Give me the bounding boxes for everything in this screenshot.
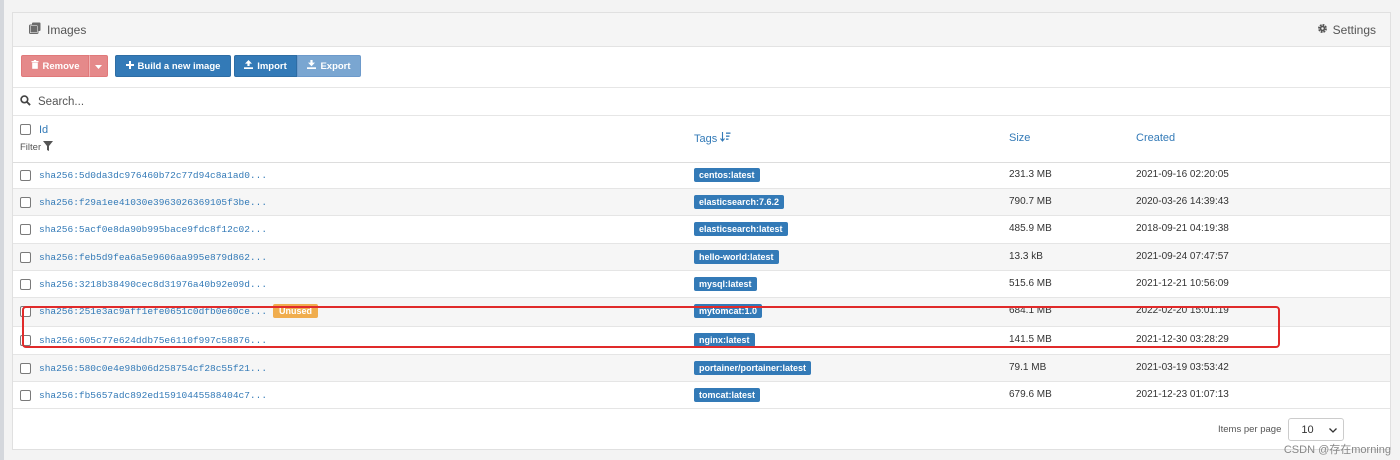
trash-icon	[31, 60, 39, 72]
build-image-label: Build a new image	[137, 60, 221, 72]
remove-button[interactable]: Remove	[21, 55, 89, 77]
image-tag: centos:latest	[694, 168, 760, 182]
image-id-link[interactable]: sha256:feb5d9fea6a5e9606aa995e879d862...	[39, 252, 267, 263]
image-created: 2018-09-21 04:19:38	[1136, 223, 1229, 234]
row-checkbox[interactable]	[20, 363, 31, 374]
column-tags-header[interactable]: Tags	[694, 132, 731, 146]
export-label: Export	[320, 60, 351, 72]
image-size: 679.6 MB	[1009, 389, 1052, 400]
image-created: 2021-09-24 07:47:57	[1136, 251, 1229, 262]
table-row[interactable]: sha256:251e3ac9aff1efe0651c0dfb0e60ce...…	[13, 298, 1390, 327]
window-left-edge	[0, 0, 4, 460]
image-id-link[interactable]: sha256:5d0da3dc976460b72c77d94c8a1ad0...	[39, 170, 267, 181]
settings-button[interactable]: Settings	[1317, 23, 1376, 37]
image-tag: tomcat:latest	[694, 388, 761, 402]
build-image-button[interactable]: Build a new image	[115, 55, 231, 77]
image-tag: mysql:latest	[694, 277, 757, 291]
gear-icon	[1317, 23, 1328, 37]
panel-header: Images Settings	[13, 13, 1390, 47]
column-size-header[interactable]: Size	[1009, 132, 1030, 144]
row-checkbox[interactable]	[20, 279, 31, 290]
image-created: 2021-12-30 03:28:29	[1136, 334, 1229, 345]
image-tag: hello-world:latest	[694, 250, 779, 264]
image-id-link[interactable]: sha256:fb5657adc892ed15910445588404c7...	[39, 390, 267, 401]
caret-down-icon	[95, 61, 102, 72]
image-size: 231.3 MB	[1009, 169, 1052, 180]
image-size: 79.1 MB	[1009, 362, 1047, 373]
settings-label: Settings	[1332, 22, 1376, 37]
items-per-page-label: Items per page	[1218, 424, 1282, 435]
image-id-link[interactable]: sha256:605c77e624ddb75e6110f997c58876...	[39, 335, 267, 346]
items-per-page-value: 10	[1301, 423, 1314, 436]
image-size: 790.7 MB	[1009, 196, 1052, 207]
panel-title-text: Images	[47, 22, 87, 37]
image-created: 2021-03-19 03:53:42	[1136, 362, 1229, 373]
export-button[interactable]: Export	[297, 55, 361, 77]
watermark: CSDN @存在morning	[1283, 444, 1391, 456]
row-checkbox[interactable]	[20, 335, 31, 346]
image-tag: nginx:latest	[694, 333, 755, 347]
image-tag: portainer/portainer:latest	[694, 361, 812, 375]
image-size: 13.3 kB	[1009, 251, 1043, 262]
row-checkbox[interactable]	[20, 197, 31, 208]
image-size: 141.5 MB	[1009, 334, 1052, 345]
items-per-page-select[interactable]: 10	[1288, 418, 1345, 441]
filter-label: Filter	[20, 142, 42, 153]
image-created: 2021-09-16 02:20:05	[1136, 169, 1229, 180]
table-row[interactable]: sha256:5acf0e8da90b995bace9fdc8f12c02...…	[13, 216, 1390, 244]
table-row[interactable]: sha256:f29a1ee41030e3963026369105f3be...…	[13, 189, 1390, 216]
image-tag: mytomcat:1.0	[694, 304, 763, 318]
search-input[interactable]	[38, 95, 638, 108]
clone-icon	[29, 22, 41, 37]
panel-title: Images	[29, 22, 86, 37]
image-size: 515.6 MB	[1009, 278, 1052, 289]
image-id-link[interactable]: sha256:f29a1ee41030e3963026369105f3be...	[39, 197, 267, 208]
image-size: 485.9 MB	[1009, 223, 1052, 234]
image-id-link[interactable]: sha256:5acf0e8da90b995bace9fdc8f12c02...	[39, 224, 267, 235]
row-checkbox[interactable]	[20, 252, 31, 263]
chevron-down-icon	[1329, 424, 1338, 436]
image-created: 2022-02-20 15:01:19	[1136, 305, 1229, 316]
image-created: 2021-12-23 01:07:13	[1136, 389, 1229, 400]
search-bar	[13, 87, 1390, 116]
image-created: 2021-12-21 10:56:09	[1136, 278, 1229, 289]
row-checkbox[interactable]	[20, 170, 31, 181]
table-header: Id Filter Tags Size Created	[13, 117, 1390, 163]
plus-icon	[125, 60, 134, 72]
table-row[interactable]: sha256:feb5d9fea6a5e9606aa995e879d862...…	[13, 244, 1390, 271]
table-row[interactable]: sha256:605c77e624ddb75e6110f997c58876...…	[13, 327, 1390, 355]
row-checkbox[interactable]	[20, 306, 31, 317]
images-panel: Images Settings Remove Build a new image…	[12, 12, 1391, 450]
table-row[interactable]: sha256:580c0e4e98b06d258754cf28c55f21...…	[13, 355, 1390, 382]
sort-icon	[720, 132, 731, 146]
image-id-link[interactable]: sha256:3218b38490cec8d31976a40b92e09d...	[39, 279, 267, 290]
table-row[interactable]: sha256:fb5657adc892ed15910445588404c7...…	[13, 382, 1390, 409]
image-tag: elasticsearch:latest	[694, 222, 788, 236]
image-created: 2020-03-26 14:39:43	[1136, 196, 1229, 207]
upload-icon	[244, 60, 254, 72]
row-checkbox[interactable]	[20, 224, 31, 235]
filter-button[interactable]: Filter	[20, 141, 54, 154]
column-tags-label: Tags	[694, 133, 718, 145]
import-label: Import	[257, 60, 287, 72]
filter-icon	[43, 141, 54, 154]
pagination: Items per page 10	[1218, 418, 1345, 441]
row-checkbox[interactable]	[20, 390, 31, 401]
remove-options-button[interactable]	[89, 55, 108, 77]
column-id-header[interactable]: Id	[39, 124, 48, 136]
table-row[interactable]: sha256:5d0da3dc976460b72c77d94c8a1ad0...…	[13, 162, 1390, 189]
image-id-link[interactable]: sha256:580c0e4e98b06d258754cf28c55f21...	[39, 363, 267, 374]
import-button[interactable]: Import	[234, 55, 297, 77]
toolbar: Remove Build a new image Import Export	[21, 55, 361, 77]
image-id-link[interactable]: sha256:251e3ac9aff1efe0651c0dfb0e60ce...	[39, 306, 267, 317]
image-tag: elasticsearch:7.6.2	[694, 195, 785, 209]
download-icon	[307, 60, 317, 72]
column-created-header[interactable]: Created	[1136, 132, 1175, 144]
image-size: 684.1 MB	[1009, 305, 1052, 316]
select-all-checkbox[interactable]	[20, 124, 31, 135]
remove-label: Remove	[42, 60, 80, 72]
table-row[interactable]: sha256:3218b38490cec8d31976a40b92e09d...…	[13, 271, 1390, 298]
search-icon	[20, 93, 31, 111]
unused-badge: Unused	[273, 304, 319, 318]
